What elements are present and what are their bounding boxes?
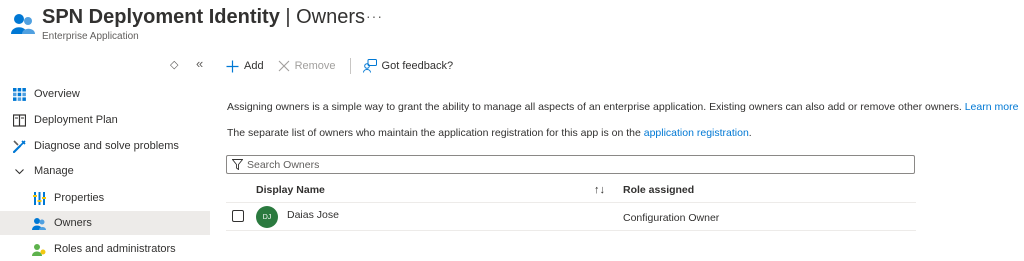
search-box: [226, 155, 915, 174]
command-bar: Add Remove Got feedback?: [226, 56, 467, 76]
row-select-checkbox[interactable]: [232, 210, 244, 222]
chevron-down-icon: [12, 164, 26, 178]
remove-button[interactable]: Remove: [278, 60, 336, 72]
intro-text: Assigning owners is a simple way to gran…: [227, 101, 1018, 113]
wrench-icon: [12, 139, 26, 153]
sidebar-group-manage[interactable]: Manage: [0, 159, 210, 183]
sidebar-item-label: Properties: [54, 192, 105, 204]
sidebar-expand-button[interactable]: ◇: [170, 58, 178, 71]
sidebar-item-diagnose[interactable]: Diagnose and solve problems: [0, 134, 210, 158]
toolbar-divider: [349, 58, 351, 74]
app-name: SPN Deplyoment Identity: [42, 6, 280, 28]
sidebar-collapse-button[interactable]: «: [196, 56, 203, 71]
column-header-role-assigned[interactable]: Role assigned: [623, 184, 694, 196]
more-options-button[interactable]: ···: [366, 8, 383, 24]
section-name: Owners: [296, 6, 366, 28]
row-divider: [226, 230, 916, 231]
column-header-display-name[interactable]: Display Name: [256, 184, 325, 196]
sidebar-item-properties[interactable]: Properties: [0, 186, 210, 210]
add-button[interactable]: Add: [226, 60, 264, 73]
sidebar-item-deployment-plan[interactable]: Deployment Plan: [0, 108, 210, 132]
sidebar-item-roles[interactable]: Roles and administrators: [0, 237, 210, 261]
page-subtitle: Enterprise Application: [42, 31, 139, 42]
registration-body: The separate list of owners who maintain…: [227, 127, 644, 139]
properties-icon: [32, 191, 46, 205]
book-icon: [12, 113, 26, 127]
learn-more-link[interactable]: Learn more: [965, 101, 1019, 113]
owner-role: Configuration Owner: [623, 212, 720, 224]
filter-icon: [232, 159, 243, 170]
roles-icon: [32, 242, 46, 256]
page-title: SPN Deplyoment Identity | Owners: [42, 6, 365, 29]
feedback-person-icon: [362, 59, 377, 73]
enterprise-app-icon: [10, 10, 36, 36]
sidebar-item-owners[interactable]: Owners: [0, 211, 210, 235]
sidebar-item-label: Overview: [34, 88, 80, 100]
feedback-button[interactable]: Got feedback?: [362, 59, 454, 73]
application-registration-link[interactable]: application registration: [644, 127, 749, 139]
sidebar-item-label: Diagnose and solve problems: [34, 140, 179, 152]
plus-icon: [226, 60, 239, 73]
users-icon: [32, 216, 46, 230]
close-icon: [278, 60, 290, 72]
header-divider: [226, 202, 916, 203]
registration-end: .: [748, 127, 752, 139]
feedback-label: Got feedback?: [381, 60, 454, 72]
search-owners-input[interactable]: [247, 158, 887, 171]
sidebar-item-label: Deployment Plan: [34, 114, 118, 126]
sidebar-item-overview[interactable]: Overview: [0, 82, 210, 106]
owner-display-name[interactable]: Daias Jose: [287, 209, 339, 221]
sidebar-item-label: Manage: [34, 165, 74, 177]
avatar: DJ: [256, 206, 278, 228]
sort-icon[interactable]: ↑↓: [594, 184, 605, 196]
sidebar-item-label: Roles and administrators: [54, 243, 176, 255]
sidebar-item-label: Owners: [54, 217, 92, 229]
intro-body: Assigning owners is a simple way to gran…: [227, 101, 965, 113]
remove-label: Remove: [294, 60, 336, 72]
title-separator: |: [279, 6, 297, 28]
registration-text: The separate list of owners who maintain…: [227, 127, 752, 139]
overview-grid-icon: [12, 87, 26, 101]
add-label: Add: [244, 60, 264, 72]
